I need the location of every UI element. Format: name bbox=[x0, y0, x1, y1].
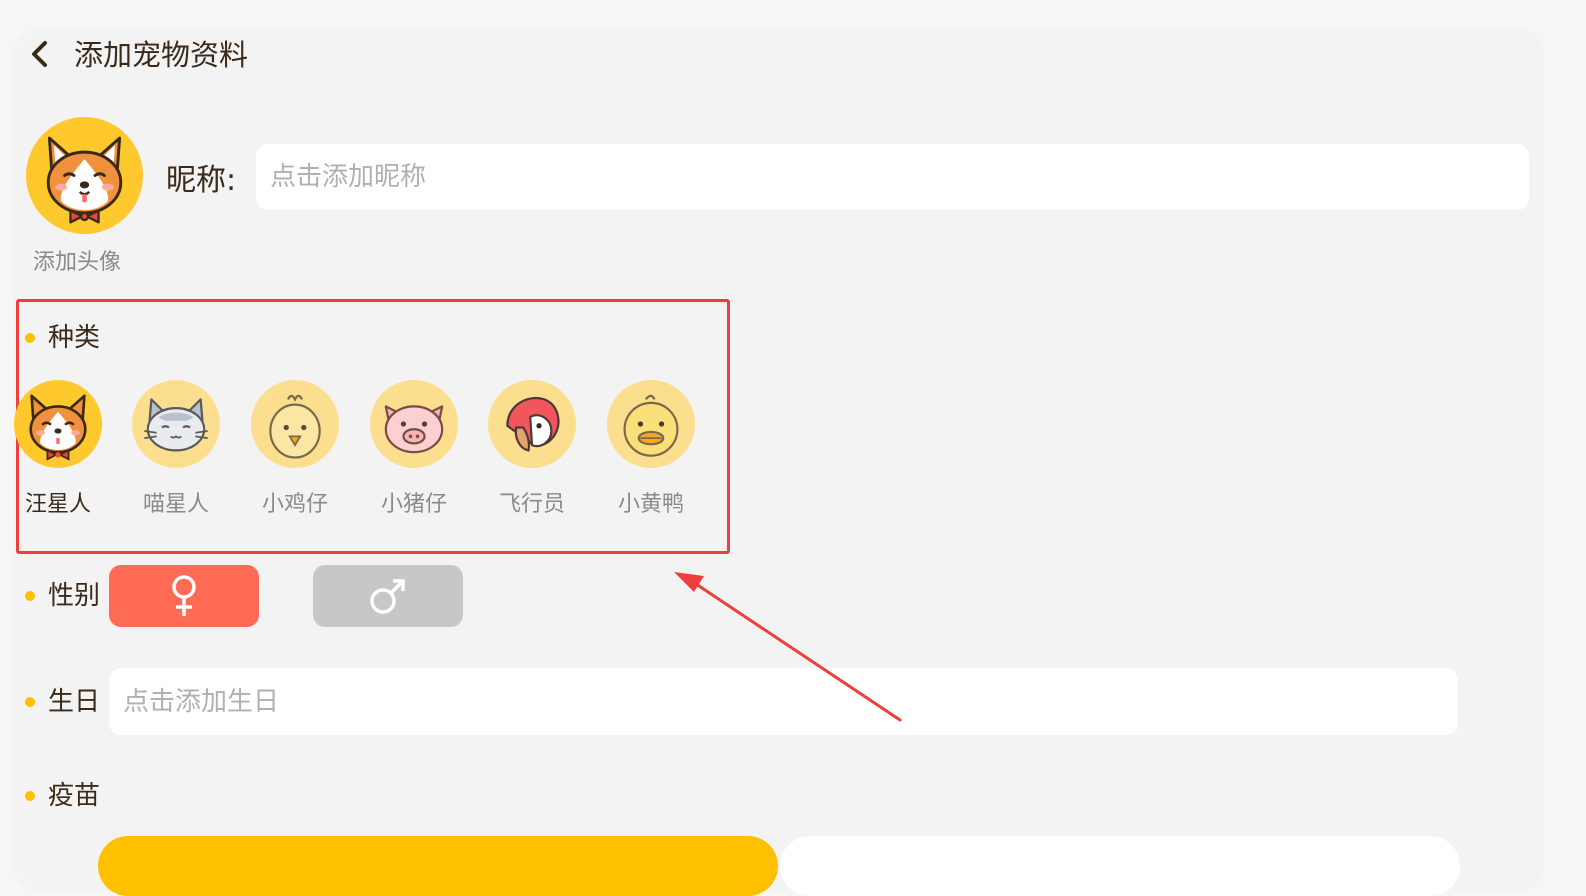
back-arrow-icon[interactable] bbox=[26, 38, 54, 70]
vaccine-bullet bbox=[25, 791, 35, 801]
species-label-cat: 喵星人 bbox=[142, 492, 209, 517]
species-bullet bbox=[25, 333, 35, 343]
gender-female-button[interactable] bbox=[109, 565, 259, 627]
birthday-bullet bbox=[25, 697, 35, 707]
male-symbol-icon bbox=[370, 579, 405, 614]
parrot-icon bbox=[488, 380, 576, 468]
gender-label: 性别 bbox=[48, 581, 101, 611]
nickname-input[interactable] bbox=[256, 144, 1529, 210]
species-option-cat[interactable]: 喵星人 bbox=[121, 380, 229, 530]
species-option-parrot[interactable]: 飞行员 bbox=[477, 380, 585, 530]
page-title: 添加宠物资料 bbox=[74, 38, 249, 72]
species-option-pig[interactable]: 小猪仔 bbox=[359, 380, 467, 530]
corgi-avatar-icon bbox=[46, 136, 123, 224]
avatar-caption: 添加头像 bbox=[33, 250, 122, 275]
corgi-icon bbox=[14, 380, 102, 468]
vaccine-label: 疫苗 bbox=[48, 781, 101, 811]
species-option-dog[interactable]: 汪星人 bbox=[3, 380, 111, 530]
duck-icon bbox=[607, 380, 695, 468]
female-symbol-icon bbox=[172, 575, 196, 616]
birthday-input[interactable] bbox=[109, 668, 1458, 735]
pig-icon bbox=[370, 380, 458, 468]
vaccine-option-secondary[interactable] bbox=[780, 836, 1460, 896]
chick-icon bbox=[251, 380, 339, 468]
species-label-parrot: 飞行员 bbox=[498, 492, 565, 517]
species-label-dog: 汪星人 bbox=[24, 492, 91, 517]
vaccine-option-primary[interactable] bbox=[98, 836, 778, 896]
gender-bullet bbox=[25, 591, 35, 601]
cat-icon bbox=[132, 380, 220, 468]
avatar-upload-button[interactable] bbox=[26, 117, 143, 234]
species-label-duck: 小黄鸭 bbox=[617, 492, 684, 517]
species-label: 种类 bbox=[48, 323, 101, 353]
species-label-pig: 小猪仔 bbox=[380, 492, 447, 517]
nickname-label: 昵称: bbox=[166, 163, 237, 198]
birthday-label: 生日 bbox=[48, 687, 101, 717]
species-option-chick[interactable]: 小鸡仔 bbox=[240, 380, 348, 530]
gender-male-button[interactable] bbox=[313, 565, 463, 627]
species-option-duck[interactable]: 小黄鸭 bbox=[596, 380, 704, 530]
species-label-chick: 小鸡仔 bbox=[261, 492, 328, 517]
